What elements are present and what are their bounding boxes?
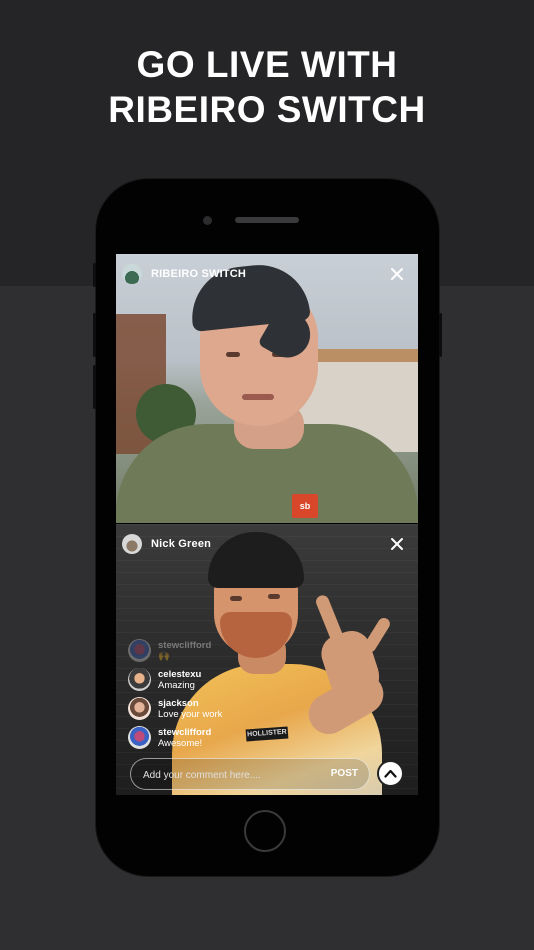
earpiece-speaker <box>235 217 299 223</box>
mute-switch <box>93 263 96 287</box>
host-header: RIBEIRO SWITCH <box>122 264 246 284</box>
headline-line-2: RIBEIRO SWITCH <box>108 89 426 130</box>
host-mouth <box>242 394 274 400</box>
headline-line-1: GO LIVE WITH <box>136 44 398 85</box>
comment-list: stewclifford 🙌 celestexu Amazing sjackso… <box>128 636 328 752</box>
comment-username[interactable]: stewclifford <box>158 640 211 651</box>
front-camera <box>203 216 212 225</box>
commenter-avatar[interactable] <box>128 639 151 662</box>
guest-eye-left <box>230 596 242 601</box>
power-button <box>439 313 442 357</box>
home-button[interactable] <box>244 810 286 852</box>
comment-message: Awesome! <box>158 737 203 749</box>
host-avatar[interactable] <box>122 264 142 284</box>
post-button[interactable]: POST <box>331 759 358 789</box>
guest-name: Nick Green <box>151 538 212 550</box>
commenter-avatar[interactable] <box>128 726 151 749</box>
comment-message: 🙌 <box>158 650 170 662</box>
comment-item: celestexu Amazing <box>128 665 328 694</box>
volume-down-button <box>93 365 96 409</box>
comment-username[interactable]: celestexu <box>158 669 201 680</box>
commenter-avatar[interactable] <box>128 668 151 691</box>
phone-frame: sb RIBEIRO SWITCH HOLLISTER Nick Green s… <box>93 179 442 876</box>
phone-screen: sb RIBEIRO SWITCH HOLLISTER Nick Green s… <box>116 254 418 795</box>
comment-bar: POST <box>130 758 370 791</box>
commenter-avatar[interactable] <box>128 697 151 720</box>
comment-item: stewclifford 🙌 <box>128 636 328 665</box>
comment-item: stewclifford Awesome! <box>128 723 328 752</box>
comment-username[interactable]: sjackson <box>158 698 222 709</box>
host-name: RIBEIRO SWITCH <box>151 268 247 280</box>
guest-header: Nick Green <box>122 534 211 554</box>
shirt-logo: sb <box>292 494 318 518</box>
comment-message: Amazing <box>158 679 195 691</box>
promo-headline: GO LIVE WITH RIBEIRO SWITCH <box>0 42 534 132</box>
comment-input[interactable] <box>141 759 325 791</box>
host-eye-left <box>226 352 240 357</box>
close-icon[interactable] <box>390 537 406 553</box>
guest-avatar[interactable] <box>122 534 142 554</box>
comment-item: sjackson Love your work <box>128 694 328 723</box>
guest-eye-right <box>268 594 280 599</box>
volume-up-button <box>93 313 96 357</box>
comment-username[interactable]: stewclifford <box>158 727 211 738</box>
comment-message: Love your work <box>158 708 223 720</box>
host-video: sb RIBEIRO SWITCH <box>116 254 418 523</box>
chevron-up-icon[interactable] <box>377 760 404 787</box>
close-icon[interactable] <box>390 267 406 283</box>
